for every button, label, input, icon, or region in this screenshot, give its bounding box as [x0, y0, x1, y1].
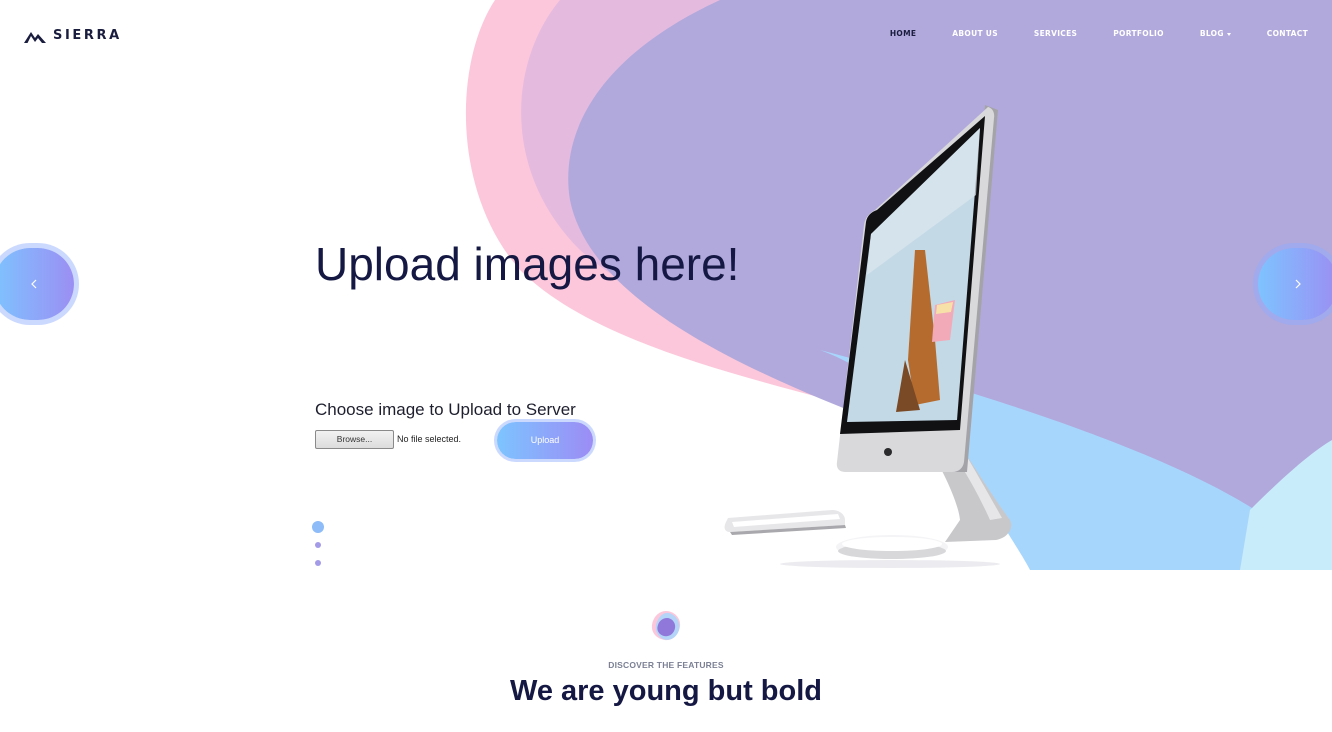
nav-item-blog-label: BLOG [1199, 29, 1224, 38]
slider-prev-button[interactable] [0, 248, 74, 320]
features-title: We are young but bold [509, 675, 823, 707]
computer-illustration [724, 105, 1012, 568]
chevron-right-icon [1295, 279, 1301, 289]
nav-item-services[interactable]: SERVICES [1034, 29, 1077, 38]
mountain-icon [24, 31, 46, 43]
nav-item-blog[interactable]: BLOG [1200, 29, 1231, 38]
nav-item-about-us[interactable]: ABOUT US [952, 29, 998, 38]
slider-next-button[interactable] [1258, 248, 1332, 320]
features-kicker: DISCOVER THE FEATURES [608, 660, 724, 670]
slider-dot-3[interactable] [315, 560, 321, 566]
nav-item-contact[interactable]: CONTACT [1267, 29, 1308, 38]
upload-label: Choose image to Upload to Server [315, 400, 576, 419]
upload-button[interactable]: Upload [497, 422, 593, 459]
brand-name: SIERRA [53, 28, 122, 43]
file-status-text: No file selected. [397, 434, 462, 444]
brand-logo[interactable]: SIERRA [24, 28, 122, 43]
file-browse-button[interactable]: Browse... [315, 430, 394, 449]
slider-dot-1[interactable] [312, 521, 324, 533]
hero-title: Upload images here! [315, 238, 740, 290]
caret-down-icon [1226, 32, 1231, 36]
slider-dot-2[interactable] [315, 542, 321, 548]
main-nav: HOME ABOUT US SERVICES PORTFOLIO BLOG CO… [890, 29, 1308, 38]
nav-item-portfolio[interactable]: PORTFOLIO [1113, 29, 1164, 38]
features-blob-icon [651, 611, 681, 641]
chevron-left-icon [31, 279, 37, 289]
nav-item-home[interactable]: HOME [890, 29, 916, 38]
